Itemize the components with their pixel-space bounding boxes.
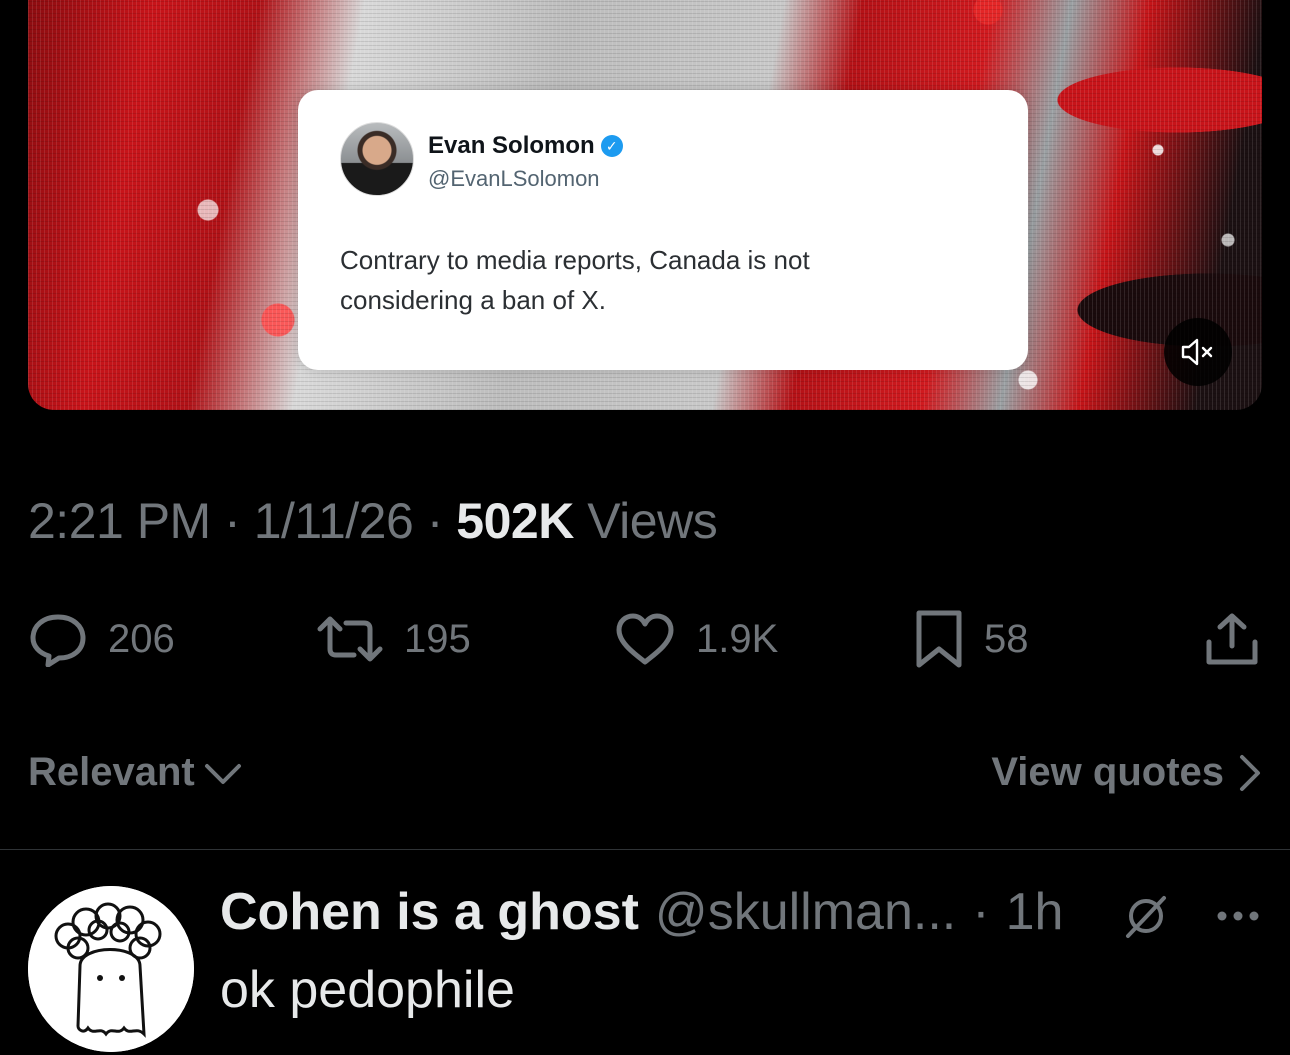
verified-badge-icon: ✓ [600, 135, 623, 157]
repost-icon [317, 616, 383, 662]
more-options-icon[interactable] [1214, 906, 1262, 926]
tweet-detail-page: Evan Solomon ✓ @EvanLSolomon Contrary to… [0, 0, 1290, 1055]
view-quotes-link[interactable]: View quotes [991, 750, 1262, 795]
reply-text: ok pedophile [220, 961, 515, 1019]
quoted-author-name: Evan Solomon [428, 132, 595, 159]
quoted-tweet-card: Evan Solomon ✓ @EvanLSolomon Contrary to… [298, 90, 1028, 370]
repost-button[interactable]: 195 [316, 606, 471, 672]
reply-separator: · [972, 883, 990, 941]
reply-author-name[interactable]: Cohen is a ghost [220, 882, 639, 942]
tweet-date[interactable]: 1/11/26 [254, 493, 414, 549]
reply-author-avatar[interactable] [28, 886, 194, 1052]
repost-count: 195 [404, 616, 471, 661]
reply-tweet[interactable]: Cohen is a ghost @skullman... · 1h ok pe… [0, 850, 1290, 1055]
share-icon [1206, 613, 1258, 665]
bookmark-count: 58 [984, 616, 1029, 661]
views-label[interactable]: Views [587, 493, 717, 549]
reply-count: 206 [108, 616, 175, 661]
meta-separator: · [224, 493, 241, 549]
speaker-muted-icon [1181, 338, 1213, 366]
grok-icon[interactable] [1122, 892, 1170, 940]
quoted-author-name-row: Evan Solomon ✓ [428, 132, 623, 160]
reply-header-icons [1122, 892, 1262, 940]
quoted-tweet-text: Contrary to media reports, Canada is not… [340, 245, 810, 315]
meta-separator: · [426, 493, 444, 549]
tweet-video[interactable]: Evan Solomon ✓ @EvanLSolomon Contrary to… [28, 0, 1262, 410]
bookmark-icon [916, 610, 962, 668]
tweet-meta: 2:21 PM · 1/11/26 · 502K Views [28, 492, 718, 550]
chevron-right-icon [1240, 754, 1260, 791]
sort-label: Relevant [28, 750, 195, 794]
replies-sort-row: Relevant View quotes [0, 750, 1290, 806]
share-button[interactable] [1204, 606, 1260, 672]
chevron-down-icon [204, 763, 241, 784]
ghost-avatar-image [28, 886, 194, 1052]
reply-icon [30, 614, 86, 667]
views-count[interactable]: 502K [456, 493, 574, 549]
bookmark-button[interactable]: 58 [914, 606, 1029, 672]
reply-header: Cohen is a ghost @skullman... · 1h [220, 882, 1063, 942]
like-count: 1.9K [696, 616, 779, 661]
reply-time[interactable]: 1h [1006, 882, 1064, 942]
quoted-author-handle: @EvanLSolomon [428, 166, 600, 191]
heart-icon [616, 613, 674, 665]
quoted-author-avatar [340, 122, 414, 196]
view-quotes-label: View quotes [991, 750, 1224, 794]
like-button[interactable]: 1.9K [614, 606, 778, 672]
tweet-action-bar: 206 195 1.9K 58 [0, 606, 1290, 672]
sort-dropdown[interactable]: Relevant [28, 750, 245, 795]
mute-button[interactable] [1164, 318, 1232, 386]
tweet-time[interactable]: 2:21 PM [28, 493, 211, 549]
reply-button[interactable]: 206 [28, 606, 175, 672]
reply-author-handle[interactable]: @skullman... [655, 882, 956, 942]
